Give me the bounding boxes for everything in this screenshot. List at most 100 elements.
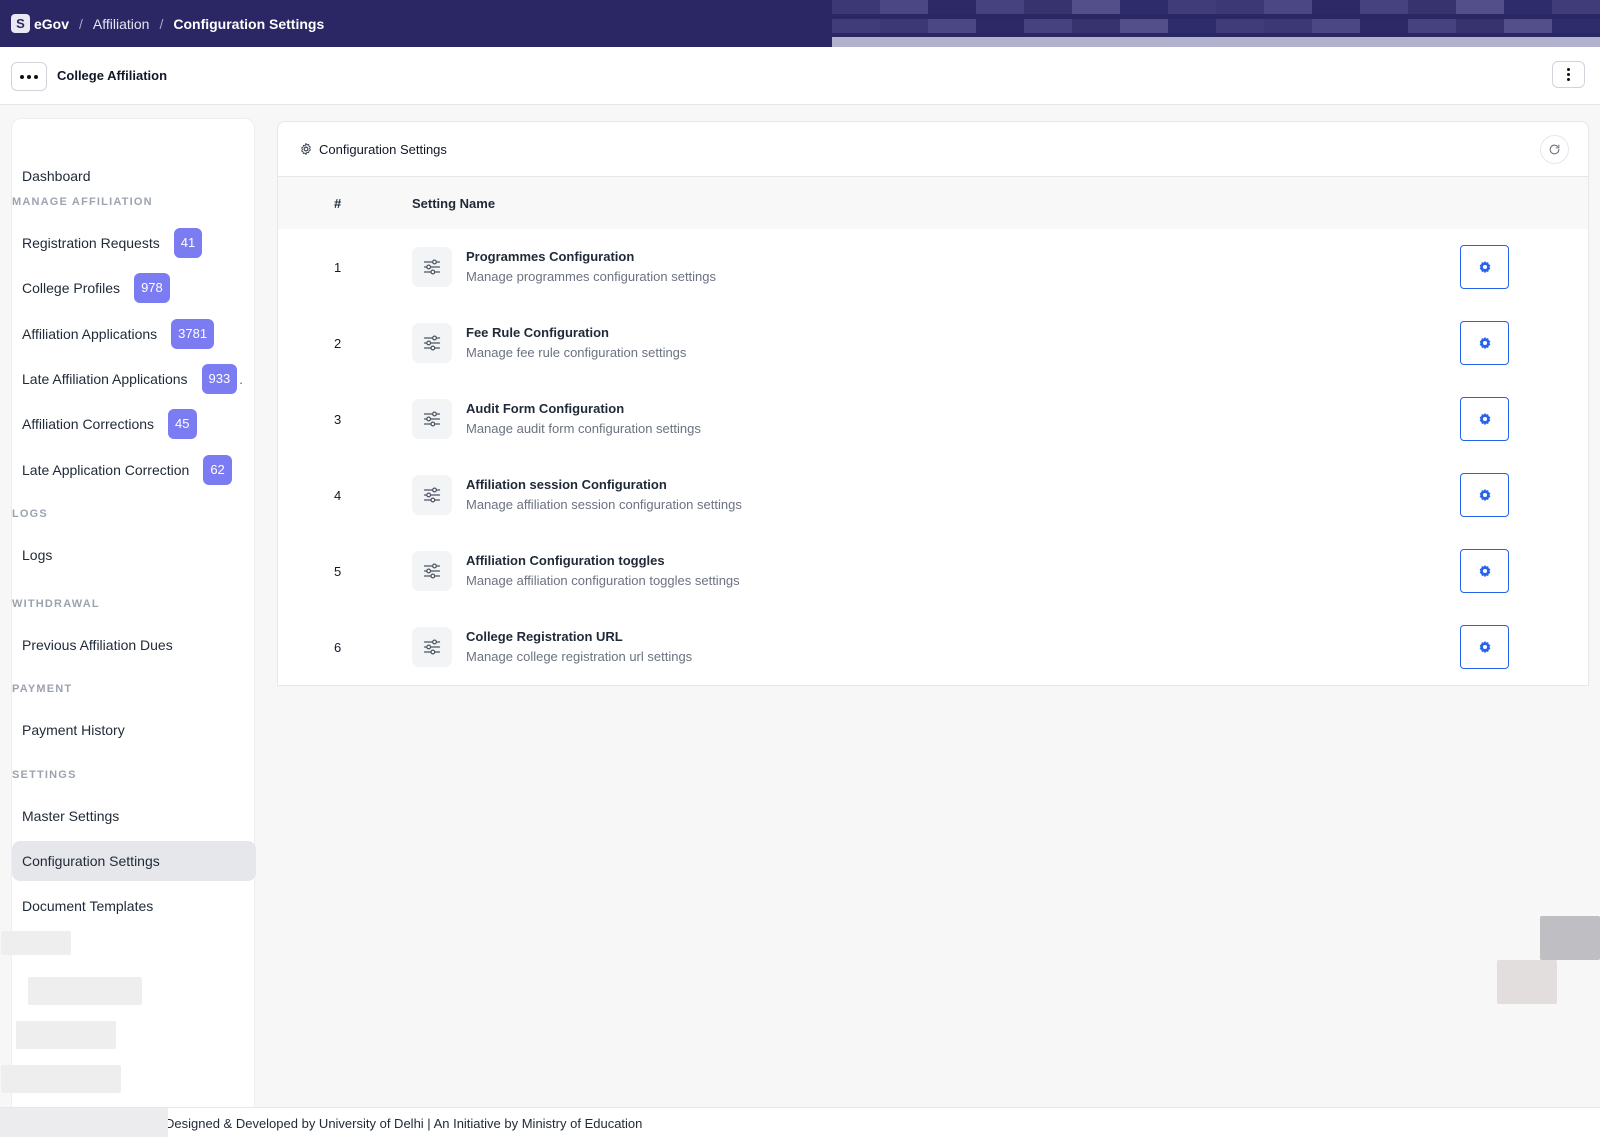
setting-description: Manage audit form configuration settings [466, 421, 701, 436]
redacted-pixel [1408, 0, 1456, 14]
sidebar-item-registration-requests[interactable]: Registration Requests 41 [12, 223, 256, 263]
card-header: Configuration Settings [278, 122, 1588, 177]
sidebar-item-configuration-settings[interactable]: Configuration Settings [12, 841, 256, 881]
dot-icon [20, 74, 24, 79]
section-withdrawal: WITHDRAWAL [12, 598, 100, 610]
redacted-pixel [1360, 18, 1408, 33]
top-navbar: S eGov / Affiliation / Configuration Set… [0, 0, 1600, 51]
count-badge: 978 [134, 273, 170, 303]
sidebar-item-payment-history[interactable]: Payment History [12, 710, 256, 750]
redacted-pixel [928, 0, 976, 14]
refresh-button[interactable] [1540, 135, 1569, 164]
open-setting-button[interactable] [1460, 321, 1509, 365]
sidebar-item-logs[interactable]: Logs [12, 535, 256, 575]
redacted-pixel [1408, 18, 1456, 33]
section-logs: LOGS [12, 508, 48, 520]
sidebar-item-label: Previous Affiliation Dues [22, 637, 173, 653]
sidebar-item-document-templates[interactable]: Document Templates [12, 886, 256, 926]
footer-credit: Designed & Developed by University of De… [165, 1116, 643, 1131]
redacted-region [1, 1065, 121, 1093]
dot-icon [1567, 68, 1570, 71]
redacted-pixel [1072, 18, 1120, 33]
row-number: 1 [334, 260, 342, 275]
column-header-number: # [334, 196, 342, 211]
sidebar-item-label: Document Templates [22, 898, 154, 914]
redacted-pixel [1456, 18, 1504, 33]
setting-name: Affiliation session Configuration [466, 477, 667, 492]
dot-icon [34, 74, 38, 79]
row-number: 2 [334, 336, 342, 351]
redacted-pixel [1504, 18, 1552, 33]
module-menu-button[interactable] [11, 62, 47, 91]
sidebar-item-label: Registration Requests [22, 235, 160, 251]
redacted-pixel [1072, 0, 1120, 14]
section-payment: PAYMENT [12, 683, 73, 695]
gear-icon [1479, 260, 1490, 274]
table-row: 1 Programmes Configuration Manage programm… [278, 229, 1588, 305]
count-badge: 933 [201, 364, 238, 394]
sidebar-item-label: Late Application Correction [22, 462, 190, 478]
sliders-icon [423, 639, 441, 655]
open-setting-button[interactable] [1460, 473, 1509, 517]
sidebar-item-previous-affiliation-dues[interactable]: Previous Affiliation Dues [12, 625, 256, 665]
count-badge: 62 [203, 455, 232, 485]
gear-icon [1479, 488, 1490, 502]
sidebar-item-affiliation-applications[interactable]: Affiliation Applications 3781 [12, 314, 256, 354]
setting-icon-tile [412, 323, 452, 363]
count-badge: 3781 [171, 319, 215, 349]
gear-icon [1479, 336, 1490, 350]
open-setting-button[interactable] [1460, 549, 1509, 593]
section-manage-affiliation: MANAGE AFFILIATION [12, 196, 153, 208]
app-logo[interactable]: S [11, 14, 30, 33]
setting-icon-tile [412, 475, 452, 515]
redacted-region [1497, 960, 1557, 1004]
table-row: 5 Affiliation Configuration toggles Manage… [278, 533, 1588, 609]
sidebar-item-college-profiles[interactable]: College Profiles 978 [12, 268, 256, 308]
dot-icon [1567, 78, 1570, 81]
breadcrumb-affiliation[interactable]: Affiliation [93, 16, 150, 32]
setting-icon-tile [412, 399, 452, 439]
refresh-icon [1549, 144, 1560, 155]
redacted-pixel [976, 0, 1024, 14]
redacted-pixel [1552, 0, 1600, 14]
setting-description: Manage fee rule configuration settings [466, 345, 687, 360]
table-row: 4 Affiliation session Configuration Manage… [278, 457, 1588, 533]
gear-icon [1479, 640, 1490, 654]
sidebar-item-affiliation-corrections[interactable]: Affiliation Corrections 45 [12, 404, 256, 444]
table-header: # Setting Name [278, 177, 1588, 229]
redacted-pixel [1120, 0, 1168, 14]
sliders-icon [423, 411, 441, 427]
redacted-pixel [1264, 18, 1312, 33]
sliders-icon [423, 335, 441, 351]
brand-name[interactable]: eGov [34, 16, 69, 32]
open-setting-button[interactable] [1460, 625, 1509, 669]
setting-icon-tile [412, 247, 452, 287]
sidebar-item-late-affiliation-applications[interactable]: Late Affiliation Applications 933 . [12, 359, 256, 399]
more-options-button[interactable] [1552, 61, 1585, 88]
footer: Designed & Developed by University of De… [0, 1107, 1600, 1137]
redacted-pixel [1264, 0, 1312, 14]
redacted-pixel [1216, 0, 1264, 14]
setting-name: College Registration URL [466, 629, 623, 644]
sidebar-item-dashboard[interactable]: Dashboard [12, 156, 256, 196]
redacted-pixel [1168, 0, 1216, 14]
open-setting-button[interactable] [1460, 245, 1509, 289]
module-header: College Affiliation [0, 47, 1600, 105]
redacted-pixel [1024, 18, 1072, 33]
sidebar-item-master-settings[interactable]: Master Settings [12, 796, 256, 836]
sidebar-item-label: Master Settings [22, 808, 120, 824]
row-number: 4 [334, 488, 342, 503]
redacted-pixel [1360, 0, 1408, 14]
redacted-pixel [1504, 0, 1552, 14]
sidebar-item-late-application-correction[interactable]: Late Application Correction 62 [12, 450, 256, 490]
open-setting-button[interactable] [1460, 397, 1509, 441]
redacted-pixel [1120, 18, 1168, 33]
sidebar-item-label: Logs [22, 547, 53, 563]
redacted-pixel [832, 0, 880, 14]
setting-name: Audit Form Configuration [466, 401, 625, 416]
redacted-pixel [880, 18, 928, 33]
redacted-pixel [1456, 0, 1504, 14]
redacted-region [1540, 916, 1600, 960]
table-row: 3 Audit Form Configuration Manage audit fo… [278, 381, 1588, 457]
sliders-icon [423, 259, 441, 275]
